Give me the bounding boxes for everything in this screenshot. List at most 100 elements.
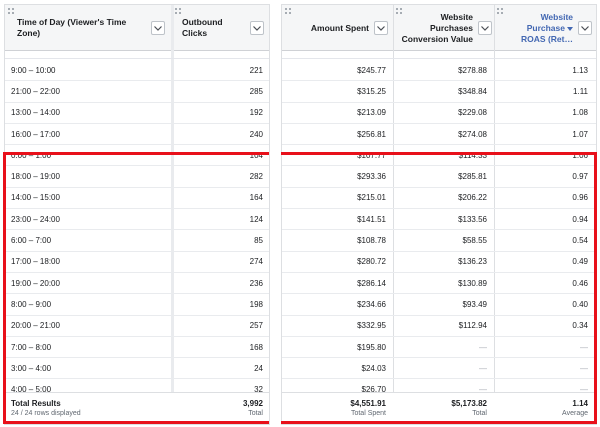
totals-value-sub: Total [472,410,487,417]
table-row[interactable]: $245.77 $278.88 1.13 [282,60,596,82]
table-row[interactable]: $141.51 $133.56 0.94 [282,209,596,231]
totals-row: Total Results 24 / 24 rows displayed 3,9… [5,392,269,424]
left-table-body: 9:00 – 10:00 221 21:00 – 22:00 285 13:00 – 1… [5,60,269,401]
table-row[interactable]: 13:00 – 14:00 192 [5,103,269,124]
time-cell: 6:00 – 7:00 [11,236,52,246]
roas-cell: 1.08 [572,108,588,118]
table-row[interactable]: $293.36 $285.81 0.97 [282,166,596,188]
spent-cell: $286.14 [357,278,386,288]
header-spacer [5,51,269,59]
chevron-down-icon[interactable] [578,21,592,35]
header-spacer [282,51,596,59]
column-header-label: Outbound Clicks [182,17,223,38]
table-row[interactable]: $107.77 $114.33 1.06 [282,145,596,167]
table-row[interactable]: $108.78 $58.55 0.54 [282,230,596,252]
grip-icon[interactable] [8,8,15,15]
column-header-label: Time of Day (Viewer's Time Zone) [17,17,127,38]
column-header-label: Website Purchases Conversion Value [402,12,473,45]
spent-cell: $256.81 [357,129,386,139]
totals-clicks: 3,992 [242,399,263,408]
time-cell: 8:00 – 9:00 [11,299,52,309]
table-row[interactable]: $24.03 — — [282,358,596,380]
totals-roas: 1.14 [572,399,588,408]
table-row[interactable]: $215.01 $206.22 0.96 [282,188,596,210]
spent-cell: $332.95 [357,321,386,331]
time-cell: 3:00 – 4:00 [11,363,52,373]
table-row[interactable]: 16:00 – 17:00 240 [5,124,269,146]
totals-value-cell: $5,173.82 Total [451,399,487,417]
time-cell: 19:00 – 20:00 [11,278,60,288]
spent-cell: $141.51 [357,214,386,224]
value-cell: $133.56 [458,214,487,224]
roas-cell: 0.96 [572,193,588,203]
roas-cell: 0.40 [572,299,588,309]
right-table-header: Amount Spent Website Purchases Conversio… [282,5,596,51]
table-row[interactable]: $234.66 $93.49 0.40 [282,294,596,316]
clicks-cell: 85 [254,236,263,246]
time-cell: 23:00 – 24:00 [11,214,60,224]
column-header-conversion-value[interactable]: Website Purchases Conversion Value [400,5,492,51]
table-row[interactable]: 0:00 – 1:00 104 [5,145,269,167]
column-header-roas[interactable]: Website Purchase ROAS (Ret… [504,5,592,51]
spent-cell: $280.72 [357,257,386,267]
table-row[interactable]: $332.95 $112.94 0.34 [282,316,596,337]
totals-roas-sub: Average [562,410,588,417]
value-cell: $112.94 [458,321,487,331]
column-header-outbound-clicks[interactable]: Outbound Clicks [182,5,264,51]
chevron-down-icon[interactable] [250,21,264,35]
table-row[interactable]: 17:00 – 18:00 274 [5,252,269,273]
table-row[interactable]: 3:00 – 4:00 24 [5,358,269,380]
clicks-cell: 236 [249,278,263,288]
spent-cell: $234.66 [357,299,386,309]
table-row[interactable]: $280.72 $136.23 0.49 [282,252,596,273]
clicks-cell: 168 [249,342,263,352]
clicks-cell: 198 [249,299,263,309]
table-row[interactable]: $256.81 $274.08 1.07 [282,124,596,146]
table-row[interactable]: $195.80 — — [282,337,596,359]
clicks-cell: 104 [249,150,263,160]
table-row[interactable]: 20:00 – 21:00 257 [5,316,269,337]
column-header-amount-spent[interactable]: Amount Spent [292,5,388,51]
value-cell: $274.08 [458,129,487,139]
time-cell: 7:00 – 8:00 [11,342,52,352]
grip-icon[interactable] [497,8,504,15]
table-row[interactable]: $315.25 $348.84 1.11 [282,81,596,103]
chevron-down-icon[interactable] [478,21,492,35]
column-header-time-of-day[interactable]: Time of Day (Viewer's Time Zone) [17,5,165,51]
roas-cell: 0.97 [572,172,588,182]
table-row[interactable]: 19:00 – 20:00 236 [5,273,269,295]
table-row[interactable]: $213.09 $229.08 1.08 [282,103,596,124]
value-cell: $348.84 [458,86,487,96]
table-row[interactable]: 9:00 – 10:00 221 [5,60,269,82]
table-row[interactable]: 14:00 – 15:00 164 [5,188,269,210]
chevron-down-icon[interactable] [374,21,388,35]
table-row[interactable]: $286.14 $130.89 0.46 [282,273,596,295]
clicks-cell: 124 [249,214,263,224]
rows-displayed: 24 / 24 rows displayed [11,410,81,417]
value-cell: $285.81 [458,172,487,182]
roas-cell: 0.49 [572,257,588,267]
clicks-cell: 285 [249,86,263,96]
table-row[interactable]: 18:00 – 19:00 282 [5,166,269,188]
table-row[interactable]: 7:00 – 8:00 168 [5,337,269,359]
value-cell: $130.89 [458,278,487,288]
table-row[interactable]: 23:00 – 24:00 124 [5,209,269,231]
header-line: Purchases [430,22,473,33]
totals-label-cell: Total Results 24 / 24 rows displayed [11,399,81,417]
clicks-cell: 240 [249,129,263,139]
table-row[interactable]: 21:00 – 22:00 285 [5,81,269,103]
column-header-label: Website Purchase ROAS (Ret… [521,12,573,45]
chevron-down-icon[interactable] [151,21,165,35]
grip-icon[interactable] [175,8,182,15]
grip-icon[interactable] [285,8,292,15]
sort-desc-icon[interactable] [567,23,573,34]
table-row[interactable]: 6:00 – 7:00 85 [5,230,269,252]
roas-cell: — [580,363,588,373]
right-table-panel: Amount Spent Website Purchases Conversio… [281,4,597,425]
value-cell: $229.08 [458,108,487,118]
table-row[interactable]: 8:00 – 9:00 198 [5,294,269,316]
totals-clicks-cell: 3,992 Total [243,399,263,417]
spent-cell: $315.25 [357,86,386,96]
totals-value: $5,173.82 [451,399,487,408]
time-cell: 17:00 – 18:00 [11,257,60,267]
